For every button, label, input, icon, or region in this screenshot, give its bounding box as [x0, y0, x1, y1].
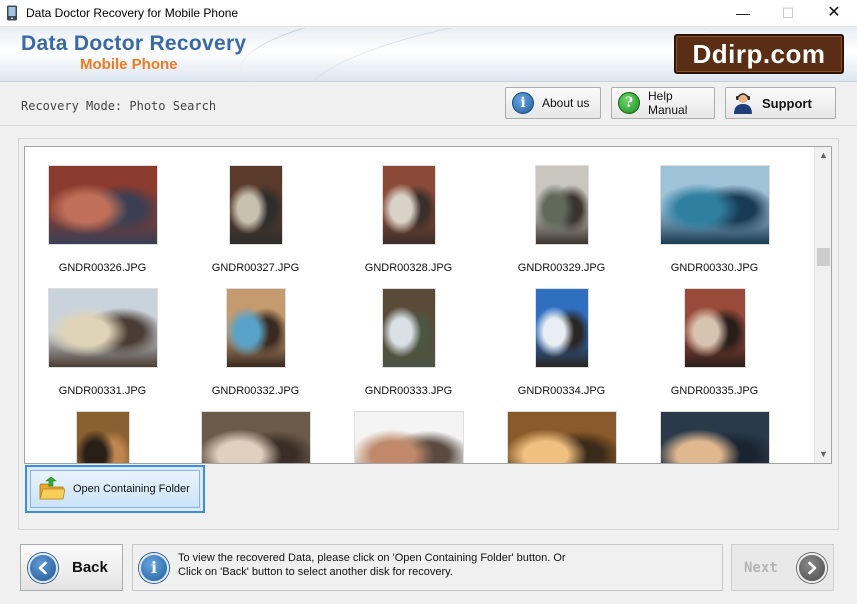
app-phone-icon — [7, 5, 17, 21]
instruction-text: To view the recovered Data, please click… — [178, 551, 718, 579]
question-icon: ? — [618, 92, 640, 114]
photo-thumbnail[interactable] — [47, 165, 158, 245]
instruction-line-2: Click on 'Back' button to select another… — [178, 566, 453, 578]
info-icon: i — [512, 92, 534, 114]
photo-thumbnail[interactable] — [47, 288, 158, 368]
photo-filename: GNDR00334.JPG — [517, 385, 606, 397]
next-label: Next — [744, 559, 778, 576]
scroll-thumb[interactable] — [817, 248, 830, 266]
minimize-button[interactable]: — — [720, 0, 766, 27]
photo-item[interactable] — [485, 411, 638, 463]
recovery-mode-label: Recovery Mode: Photo Search — [21, 99, 217, 113]
scroll-down-icon[interactable]: ▼ — [815, 446, 832, 463]
info-icon: i — [139, 553, 169, 583]
next-arrow-icon — [797, 553, 827, 583]
photo-thumbnail[interactable] — [75, 411, 130, 463]
photo-thumbnail[interactable] — [506, 411, 617, 463]
photo-item[interactable]: GNDR00333.JPG — [332, 288, 485, 411]
photo-item[interactable]: GNDR00335.JPG — [638, 288, 791, 411]
photo-thumbnail[interactable] — [228, 165, 283, 245]
photo-item[interactable] — [638, 411, 791, 463]
brand-subtitle: Mobile Phone — [80, 56, 178, 73]
photo-gallery[interactable]: GNDR00326.JPG GNDR00327.JPG GNDR00328.JPG G… — [24, 146, 832, 464]
support-button[interactable]: Support — [725, 87, 836, 119]
photo-thumbnail[interactable] — [381, 165, 436, 245]
photo-filename: GNDR00331.JPG — [58, 385, 147, 397]
help-manual-label: Help Manual — [648, 89, 688, 117]
photo-filename: GNDR00327.JPG — [211, 262, 300, 274]
photo-filename: GNDR00335.JPG — [670, 385, 759, 397]
back-button[interactable]: Back — [20, 544, 123, 591]
back-label: Back — [72, 559, 108, 576]
photo-item[interactable]: GNDR00326.JPG — [26, 165, 179, 288]
photo-filename: GNDR00332.JPG — [211, 385, 300, 397]
photo-thumbnail[interactable] — [225, 288, 286, 368]
photo-thumbnail[interactable] — [353, 411, 464, 463]
photo-item[interactable]: GNDR00329.JPG — [485, 165, 638, 288]
scroll-up-icon[interactable]: ▲ — [815, 147, 832, 164]
about-us-label: About us — [542, 96, 590, 110]
instruction-line-1: To view the recovered Data, please click… — [178, 552, 566, 564]
open-containing-folder-button[interactable]: Open Containing Folder — [25, 465, 205, 513]
photo-filename: GNDR00333.JPG — [364, 385, 453, 397]
mode-bar: Recovery Mode: Photo Search i About us ?… — [0, 82, 857, 126]
help-manual-button[interactable]: ? Help Manual — [611, 87, 715, 119]
photo-thumbnail[interactable] — [659, 411, 770, 463]
photo-item[interactable]: GNDR00331.JPG — [26, 288, 179, 411]
photo-item[interactable] — [179, 411, 332, 463]
photo-item[interactable] — [332, 411, 485, 463]
photo-item[interactable]: GNDR00327.JPG — [179, 165, 332, 288]
about-us-button[interactable]: i About us — [505, 87, 601, 119]
photo-item[interactable]: GNDR00332.JPG — [179, 288, 332, 411]
photo-item[interactable]: GNDR00328.JPG — [332, 165, 485, 288]
photo-filename: GNDR00326.JPG — [58, 262, 147, 274]
header-banner: Data Doctor Recovery Mobile Phone Ddirp.… — [0, 28, 857, 82]
gallery-grid: GNDR00326.JPG GNDR00327.JPG GNDR00328.JPG G… — [25, 147, 815, 463]
maximize-button[interactable]: ☐ — [765, 0, 811, 27]
photo-thumbnail[interactable] — [659, 165, 770, 245]
support-label: Support — [762, 95, 812, 111]
brand-title: Data Doctor Recovery — [21, 32, 247, 55]
photo-item[interactable]: GNDR00334.JPG — [485, 288, 638, 411]
next-button[interactable]: Next — [731, 544, 834, 591]
close-button[interactable]: ✕ — [811, 0, 857, 27]
support-person-icon — [732, 92, 754, 114]
open-folder-button-face[interactable]: Open Containing Folder — [30, 470, 200, 508]
folder-open-icon — [39, 477, 65, 500]
photo-thumbnail[interactable] — [683, 288, 746, 368]
back-arrow-icon — [28, 552, 58, 583]
photo-item[interactable] — [26, 411, 179, 463]
photo-item[interactable]: GNDR00330.JPG — [638, 165, 791, 288]
photo-filename: GNDR00329.JPG — [517, 262, 606, 274]
photo-thumbnail[interactable] — [381, 288, 436, 368]
gallery-scrollbar[interactable]: ▲ ▼ — [814, 147, 831, 463]
title-bar: Data Doctor Recovery for Mobile Phone — … — [0, 0, 857, 27]
photo-thumbnail[interactable] — [534, 165, 589, 245]
photo-filename: GNDR00328.JPG — [364, 262, 453, 274]
photo-thumbnail[interactable] — [200, 411, 311, 463]
website-badge: Ddirp.com — [674, 34, 844, 74]
photo-filename: GNDR00330.JPG — [670, 262, 759, 274]
photo-thumbnail[interactable] — [534, 288, 589, 368]
instruction-box: i To view the recovered Data, please cli… — [132, 544, 723, 591]
window-title: Data Doctor Recovery for Mobile Phone — [26, 6, 239, 20]
open-folder-label: Open Containing Folder — [73, 483, 190, 495]
